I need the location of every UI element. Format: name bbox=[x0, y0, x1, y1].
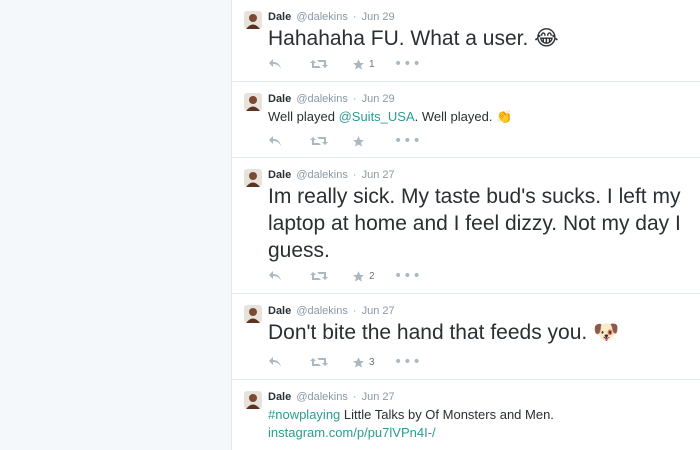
tweet-header: Dale @dalekins · Jun 27 bbox=[268, 168, 395, 182]
reply-icon bbox=[269, 271, 281, 281]
tweet[interactable]: Dale @dalekins · Jun 27 Im really sick. … bbox=[232, 158, 700, 294]
tweet[interactable]: Dale @dalekins · Jun 29 Hahahaha FU. Wha… bbox=[232, 0, 700, 82]
tweet-text-prefix: Well played bbox=[268, 109, 339, 124]
retweet-button[interactable] bbox=[310, 356, 352, 368]
tweet[interactable]: Dale @dalekins · Jun 29 Well played @Sui… bbox=[232, 82, 700, 158]
user-name[interactable]: Dale bbox=[268, 305, 291, 317]
avatar[interactable] bbox=[244, 93, 262, 111]
user-name[interactable]: Dale bbox=[268, 11, 291, 23]
tweet-body: Little Talks by Of Monsters and Men. bbox=[340, 407, 554, 422]
timestamp[interactable]: Jun 27 bbox=[362, 305, 395, 317]
reply-icon bbox=[269, 357, 281, 367]
favorite-count: 3 bbox=[369, 356, 375, 368]
favorite-button[interactable]: 2 bbox=[352, 270, 394, 283]
separator: · bbox=[352, 305, 357, 317]
more-icon: ••• bbox=[394, 268, 422, 284]
user-name[interactable]: Dale bbox=[268, 169, 291, 181]
timestamp[interactable]: Jun 27 bbox=[362, 169, 395, 181]
tweet-actions: 3 ••• bbox=[268, 354, 436, 370]
tweet-actions: 2 ••• bbox=[268, 268, 436, 284]
reply-icon bbox=[269, 136, 281, 146]
timestamp[interactable]: Jun 27 bbox=[362, 391, 395, 403]
mention-link[interactable]: @Suits_USA bbox=[339, 109, 415, 124]
laughing-emoji: 😂 bbox=[534, 26, 559, 50]
retweet-icon bbox=[310, 60, 328, 68]
avatar[interactable] bbox=[244, 391, 262, 409]
timeline-stream: Dale @dalekins · Jun 29 Hahahaha FU. Wha… bbox=[231, 0, 700, 450]
more-button[interactable]: ••• bbox=[394, 354, 436, 370]
user-handle[interactable]: @dalekins bbox=[296, 305, 348, 317]
star-icon bbox=[353, 58, 364, 70]
favorite-count: 1 bbox=[369, 58, 375, 70]
tweet-actions: 1 ••• bbox=[268, 56, 436, 72]
favorite-button[interactable]: 3 bbox=[352, 356, 394, 369]
more-button[interactable]: ••• bbox=[394, 268, 436, 284]
tweet-header: Dale @dalekins · Jun 29 bbox=[268, 92, 395, 106]
reply-button[interactable] bbox=[268, 356, 310, 368]
tweet-text: Well played @Suits_USA. Well played. 👏 bbox=[268, 108, 689, 127]
separator: · bbox=[352, 391, 357, 403]
tweet[interactable]: Dale @dalekins · Jun 27 #nowplaying Litt… bbox=[232, 380, 700, 450]
retweet-button[interactable] bbox=[310, 135, 352, 147]
favorite-button[interactable]: 1 bbox=[352, 58, 394, 71]
user-handle[interactable]: @dalekins bbox=[296, 11, 348, 23]
user-name[interactable]: Dale bbox=[268, 391, 291, 403]
user-handle[interactable]: @dalekins bbox=[296, 391, 348, 403]
separator: · bbox=[352, 93, 357, 105]
star-icon bbox=[353, 356, 364, 368]
separator: · bbox=[352, 169, 357, 181]
tweet-header: Dale @dalekins · Jun 29 bbox=[268, 10, 395, 24]
instagram-link[interactable]: instagram.com/p/pu7lVPn4I-/ bbox=[268, 425, 436, 440]
dog-face-emoji: 🐶 bbox=[593, 320, 620, 344]
tweet-body: Hahahaha FU. What a user. bbox=[268, 27, 529, 50]
retweet-button[interactable] bbox=[310, 58, 352, 70]
user-handle[interactable]: @dalekins bbox=[296, 169, 348, 181]
more-icon: ••• bbox=[394, 354, 422, 370]
tweet-body: Don't bite the hand that feeds you. bbox=[268, 321, 588, 344]
favorite-count: 2 bbox=[369, 270, 375, 282]
avatar[interactable] bbox=[244, 305, 262, 323]
separator: · bbox=[352, 11, 357, 23]
more-icon: ••• bbox=[394, 56, 422, 72]
tweet-body: Im really sick. My taste bud's sucks. I … bbox=[268, 185, 681, 262]
retweet-button[interactable] bbox=[310, 270, 352, 282]
more-button[interactable]: ••• bbox=[394, 56, 436, 72]
star-icon bbox=[353, 135, 364, 147]
star-icon bbox=[353, 270, 364, 282]
more-button[interactable]: ••• bbox=[394, 133, 436, 149]
tweet-header: Dale @dalekins · Jun 27 bbox=[268, 390, 395, 404]
reply-button[interactable] bbox=[268, 135, 310, 147]
user-handle[interactable]: @dalekins bbox=[296, 93, 348, 105]
timestamp[interactable]: Jun 29 bbox=[362, 11, 395, 23]
hashtag-link[interactable]: #nowplaying bbox=[268, 407, 340, 422]
favorite-button[interactable] bbox=[352, 135, 394, 148]
clapping-hands-emoji: 👏 bbox=[496, 110, 513, 125]
user-name[interactable]: Dale bbox=[268, 93, 291, 105]
more-icon: ••• bbox=[394, 133, 422, 149]
tweet[interactable]: Dale @dalekins · Jun 27 Don't bite the h… bbox=[232, 294, 700, 380]
tweet-text-suffix: . Well played. bbox=[414, 109, 493, 124]
retweet-icon bbox=[310, 358, 328, 366]
retweet-icon bbox=[310, 137, 328, 145]
reply-button[interactable] bbox=[268, 270, 310, 282]
retweet-icon bbox=[310, 272, 328, 280]
tweet-text: #nowplaying Little Talks by Of Monsters … bbox=[268, 406, 689, 442]
avatar[interactable] bbox=[244, 11, 262, 29]
tweet-text: Im really sick. My taste bud's sucks. I … bbox=[268, 183, 689, 264]
reply-icon bbox=[269, 59, 281, 69]
tweet-header: Dale @dalekins · Jun 27 bbox=[268, 304, 395, 318]
reply-button[interactable] bbox=[268, 58, 310, 70]
avatar[interactable] bbox=[244, 169, 262, 187]
timestamp[interactable]: Jun 29 bbox=[362, 93, 395, 105]
tweet-actions: ••• bbox=[268, 133, 436, 149]
tweet-text: Don't bite the hand that feeds you. 🐶 bbox=[268, 319, 689, 346]
tweet-text: Hahahaha FU. What a user. 😂 bbox=[268, 25, 689, 52]
